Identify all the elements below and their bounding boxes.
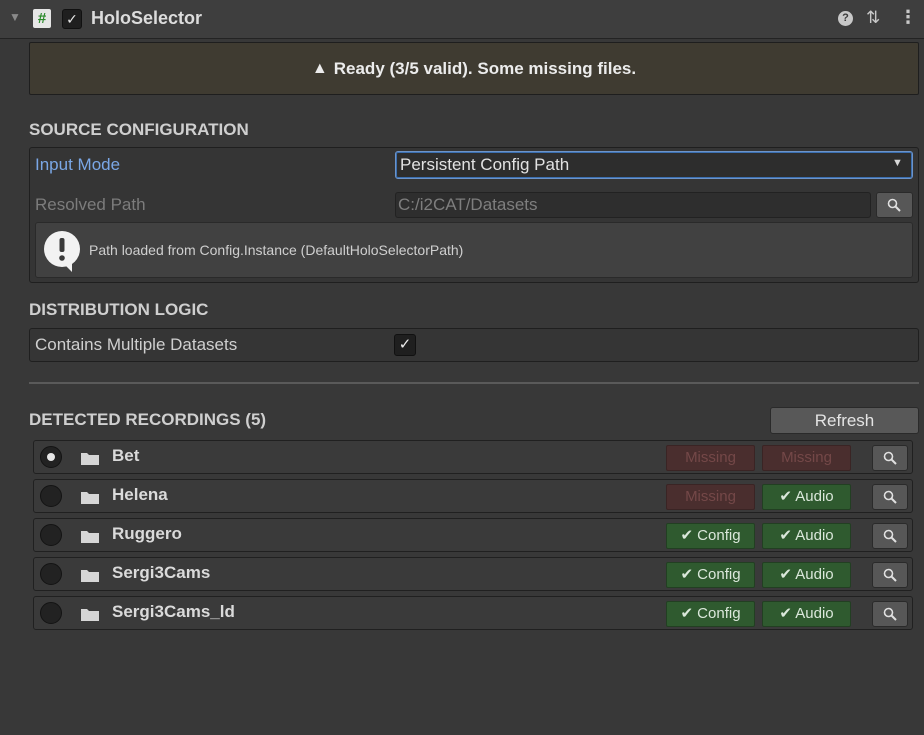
config-status-badge: Missing [666,445,755,471]
recording-name: Helena [112,485,168,504]
recordings-section-title: DETECTED RECORDINGS (5) [29,410,267,429]
recording-name: Ruggero [112,524,182,543]
input-mode-value: Persistent Config Path [400,155,570,174]
locate-recording-button[interactable] [872,484,908,510]
input-mode-label: Input Mode [35,155,121,174]
search-icon [883,451,897,465]
search-icon [883,490,897,504]
recording-row[interactable]: Sergi3Cams_ld ✔ Config ✔ Audio [33,596,913,630]
recording-row[interactable]: Helena Missing ✔ Audio [33,479,913,513]
locate-recording-button[interactable] [872,601,908,627]
config-status-badge: ✔ Config [666,562,755,588]
recording-radio[interactable] [40,446,62,468]
audio-status-badge: ✔ Audio [762,562,851,588]
resolved-path-value: C:/i2CAT/Datasets [398,195,538,214]
resolved-path-label: Resolved Path [35,195,146,214]
status-text: Ready (3/5 valid). Some missing files. [333,58,637,78]
recording-radio[interactable] [40,485,62,507]
status-banner: ▲ Ready (3/5 valid). Some missing files. [29,42,919,95]
info-text: Path loaded from Config.Instance (Defaul… [89,242,464,258]
recording-radio[interactable] [40,524,62,546]
folder-icon [81,492,99,504]
script-icon: # [33,9,51,28]
help-icon[interactable]: ? [838,11,853,26]
multiple-datasets-checkbox[interactable]: ✓ [394,334,416,356]
component-title: HoloSelector [91,8,203,28]
foldout-arrow-icon[interactable]: ▼ [9,10,21,24]
refresh-button[interactable]: Refresh [770,407,919,434]
recording-name: Sergi3Cams_ld [112,602,235,621]
locate-recording-button[interactable] [872,562,908,588]
chevron-down-icon[interactable]: ▼ [892,157,903,169]
warning-triangle-icon: ▲ [311,59,328,77]
config-status-badge: ✔ Config [666,523,755,549]
browse-path-button[interactable] [876,192,913,218]
config-status-badge: Missing [666,484,755,510]
distribution-section-title: DISTRIBUTION LOGIC [29,300,209,319]
search-icon [883,529,897,543]
search-icon [883,607,897,621]
audio-status-badge: ✔ Audio [762,484,851,510]
search-icon [883,568,897,582]
audio-status-badge: ✔ Audio [762,601,851,627]
presets-icon[interactable]: ⇅ [866,8,880,28]
config-status-badge: ✔ Config [666,601,755,627]
recording-row[interactable]: Ruggero ✔ Config ✔ Audio [33,518,913,552]
info-icon [44,231,80,272]
recording-radio[interactable] [40,602,62,624]
locate-recording-button[interactable] [872,445,908,471]
recording-name: Sergi3Cams [112,563,211,582]
search-icon [887,198,901,212]
enabled-checkbox[interactable]: ✓ [62,9,82,29]
locate-recording-button[interactable] [872,523,908,549]
divider [29,382,919,384]
folder-icon [81,531,99,543]
recording-radio[interactable] [40,563,62,585]
recording-name: Bet [112,446,140,465]
recording-row[interactable]: Bet Missing Missing [33,440,913,474]
recording-row[interactable]: Sergi3Cams ✔ Config ✔ Audio [33,557,913,591]
folder-icon [81,570,99,582]
folder-icon [81,609,99,621]
more-options-icon[interactable]: ⋮ [899,7,917,28]
source-section-title: SOURCE CONFIGURATION [29,120,249,139]
audio-status-badge: Missing [762,445,851,471]
audio-status-badge: ✔ Audio [762,523,851,549]
folder-icon [81,453,99,465]
multiple-datasets-label: Contains Multiple Datasets [35,335,238,354]
